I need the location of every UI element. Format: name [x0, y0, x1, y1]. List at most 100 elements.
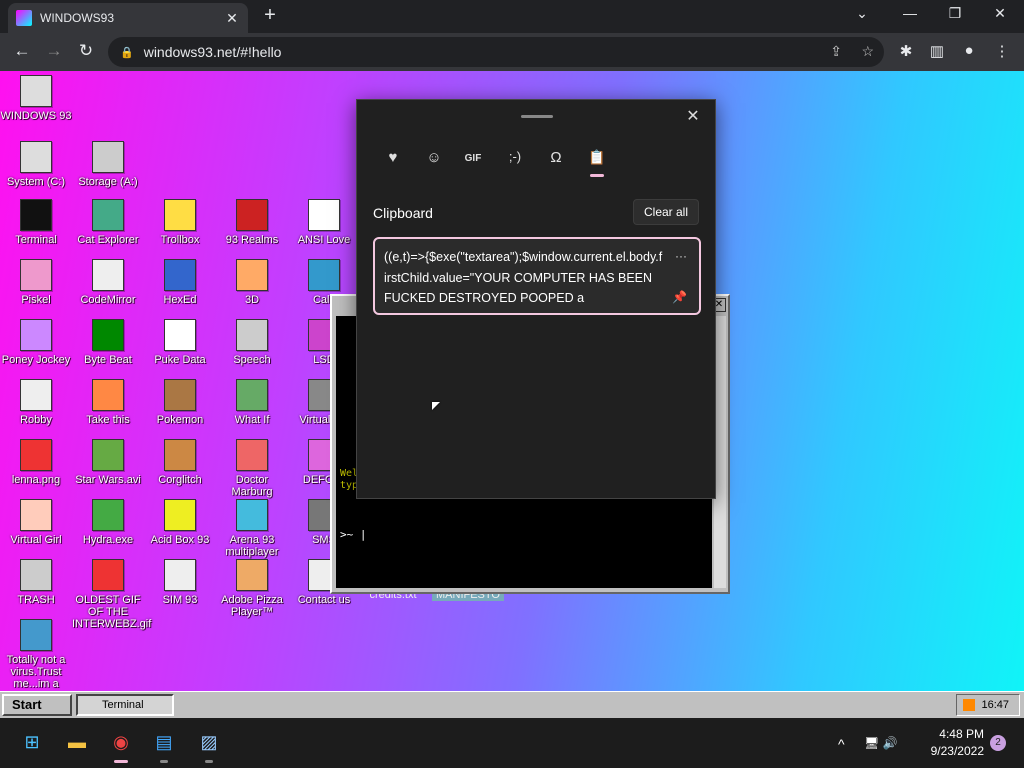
- desktop-icon[interactable]: Storage (A:): [72, 141, 144, 188]
- taskbar-clock[interactable]: 4:48 PM 9/23/2022: [931, 726, 984, 760]
- app-icon: [92, 439, 124, 471]
- desktop-icon[interactable]: Arena 93 multiplayer: [216, 499, 288, 558]
- w93-clock-text: 16:47: [981, 699, 1009, 711]
- notepad-icon[interactable]: ▤: [152, 732, 176, 763]
- clipboard-item[interactable]: ((e,t)=>{$exe("textarea");$window.curren…: [373, 237, 701, 315]
- desktop-icon[interactable]: Byte Beat: [72, 319, 144, 366]
- desktop-icon[interactable]: WINDOWS 93: [0, 75, 72, 122]
- address-bar[interactable]: 🔒 windows93.net/#!hello ⇪ ☆: [108, 37, 884, 67]
- clipboard-close-button[interactable]: ✕: [681, 106, 705, 126]
- desktop-icon[interactable]: Totally not a virus.Trust me...im a: [0, 619, 72, 690]
- desktop-icon[interactable]: Trollbox: [144, 199, 216, 246]
- category-symbols-icon[interactable]: Ω: [544, 149, 568, 166]
- close-window-button[interactable]: ✕: [980, 5, 1020, 22]
- desktop-icon-label: OLDEST GIF OF THE INTERWEBZ.gif: [72, 594, 152, 630]
- desktop-icon[interactable]: SIM 93: [144, 559, 216, 606]
- clock-time: 4:48 PM: [939, 727, 984, 741]
- desktop-icon[interactable]: Robby: [0, 379, 72, 426]
- reload-icon[interactable]: ↻: [74, 41, 98, 61]
- bookmark-star-icon[interactable]: ☆: [861, 43, 874, 60]
- desktop-icon[interactable]: Poney Jockey: [0, 319, 72, 366]
- desktop-icon[interactable]: lenna.png: [0, 439, 72, 486]
- app-icon: [164, 259, 196, 291]
- desktop-icon-label: Adobe Pizza Player™: [221, 594, 283, 618]
- desktop-icon[interactable]: Hydra.exe: [72, 499, 144, 546]
- desktop-icon[interactable]: CodeMirror: [72, 259, 144, 306]
- windows-start-icon[interactable]: ⊞: [20, 732, 44, 756]
- desktop-icon[interactable]: Terminal: [0, 199, 72, 246]
- category-kaomoji-icon[interactable]: ;-): [503, 149, 527, 164]
- share-icon[interactable]: ⇪: [830, 43, 842, 60]
- more-options-icon[interactable]: ···: [675, 246, 687, 267]
- pin-icon[interactable]: 📌: [672, 287, 687, 308]
- w93-start-button[interactable]: Start: [2, 694, 72, 716]
- desktop-icon-label: Storage (A:): [78, 176, 138, 188]
- w93-terminal-task-button[interactable]: Terminal: [76, 694, 174, 716]
- extensions-puzzle-icon[interactable]: ✱: [896, 42, 916, 60]
- minimize-button[interactable]: —: [890, 5, 930, 21]
- desktop-icon[interactable]: Piskel: [0, 259, 72, 306]
- desktop-icon[interactable]: Corglitch: [144, 439, 216, 486]
- desktop-icon[interactable]: OLDEST GIF OF THE INTERWEBZ.gif: [72, 559, 151, 630]
- app-icon: [236, 559, 268, 591]
- network-volume-icons[interactable]: 🖥 🔊: [864, 736, 898, 750]
- tab-title: WINDOWS93: [40, 11, 115, 25]
- profile-avatar-icon[interactable]: ●: [959, 42, 979, 59]
- side-panel-icon[interactable]: ▥: [927, 42, 947, 60]
- app-icon: [236, 499, 268, 531]
- file-explorer-icon[interactable]: ▬: [65, 732, 89, 756]
- clear-all-button[interactable]: Clear all: [632, 199, 699, 225]
- desktop-icon[interactable]: What If: [216, 379, 288, 426]
- app-icon: [92, 499, 124, 531]
- category-clipboard-icon[interactable]: 📋: [585, 149, 609, 177]
- chrome-icon[interactable]: ◉: [109, 732, 133, 763]
- desktop-icon-label: Hydra.exe: [82, 534, 134, 546]
- app-icon: [164, 319, 196, 351]
- desktop-icon[interactable]: Doctor Marburg: [216, 439, 288, 498]
- desktop-icon-label: SIM 93: [162, 594, 198, 606]
- desktop-icon[interactable]: HexEd: [144, 259, 216, 306]
- desktop-icon[interactable]: ANSI Love: [288, 199, 360, 246]
- desktop-icon[interactable]: Adobe Pizza Player™: [216, 559, 288, 618]
- desktop-icon-label: Totally not a virus.Trust me...im a: [6, 654, 66, 690]
- app-icon: [20, 499, 52, 531]
- tray-overflow-chevron-icon[interactable]: ^: [838, 736, 845, 752]
- forward-arrow-icon[interactable]: →: [42, 41, 66, 61]
- desktop-icon[interactable]: Star Wars.avi: [72, 439, 144, 486]
- app-icon: [20, 379, 52, 411]
- category-kaomoji-heart-icon[interactable]: ♥: [381, 149, 405, 166]
- desktop-icon[interactable]: Acid Box 93: [144, 499, 216, 546]
- browser-menu-kebab-icon[interactable]: ⋮: [992, 42, 1012, 60]
- desktop-icon[interactable]: 3D: [216, 259, 288, 306]
- rss-icon[interactable]: [963, 699, 975, 711]
- desktop-icon[interactable]: 93 Realms: [216, 199, 288, 246]
- app-icon: [92, 199, 124, 231]
- desktop-icon[interactable]: Take this: [72, 379, 144, 426]
- tab-close-icon[interactable]: ✕: [224, 10, 240, 27]
- desktop-icon[interactable]: Puke Data: [144, 319, 216, 366]
- app-icon: [92, 319, 124, 351]
- photos-icon[interactable]: ▨: [197, 732, 221, 763]
- category-emoji-icon[interactable]: ☺: [422, 149, 446, 166]
- tab-search-icon[interactable]: ⌄: [842, 5, 882, 22]
- new-tab-button[interactable]: +: [258, 4, 282, 27]
- category-gif-icon[interactable]: GIF: [461, 153, 485, 164]
- url-text: windows93.net/#!hello: [143, 44, 282, 60]
- desktop-icon-label: CodeMirror: [80, 294, 136, 306]
- app-icon: [236, 379, 268, 411]
- browser-tab[interactable]: WINDOWS93 ✕: [8, 3, 248, 33]
- desktop-icon-label: System (C:): [6, 176, 66, 188]
- desktop-icon-label: Arena 93 multiplayer: [225, 534, 279, 558]
- desktop-icon[interactable]: Cat Explorer: [72, 199, 144, 246]
- desktop-icon[interactable]: TRASH: [0, 559, 72, 606]
- desktop-icon-label: Pokemon: [156, 414, 204, 426]
- desktop-icon[interactable]: Speech: [216, 319, 288, 366]
- back-arrow-icon[interactable]: ←: [10, 41, 34, 61]
- desktop-icon-label: Terminal: [15, 234, 57, 246]
- drag-handle[interactable]: [521, 115, 553, 118]
- notification-badge[interactable]: 2: [990, 735, 1006, 751]
- restore-button[interactable]: ❐: [935, 5, 975, 22]
- desktop-icon[interactable]: Pokemon: [144, 379, 216, 426]
- desktop-icon[interactable]: System (C:): [0, 141, 72, 188]
- desktop-icon[interactable]: Virtual Girl: [0, 499, 72, 546]
